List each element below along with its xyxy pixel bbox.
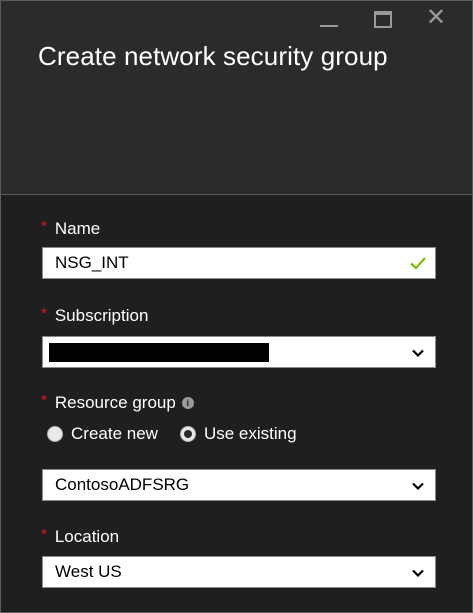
blade-header: ✕ Create network security group [1,1,472,195]
required-marker: * [41,217,47,235]
name-label: * Name [41,217,101,239]
resource-group-value: ContosoADFSRG [55,475,190,494]
location-select[interactable]: West US [42,556,436,588]
resource-group-select[interactable]: ContosoADFSRG [42,469,436,501]
use-existing-label: Use existing [203,424,297,443]
location-value: West US [55,562,122,581]
subscription-label-text: Subscription [54,306,149,325]
name-label-text: Name [54,219,101,238]
use-existing-radio[interactable]: Use existing [179,424,297,444]
subscription-select[interactable] [42,336,436,368]
create-new-label: Create new [71,424,158,443]
location-label: * Location [41,525,120,547]
radio-checked-icon [179,426,196,442]
name-input[interactable]: NSG_INT [42,247,436,279]
blade-title: Create network security group [38,41,388,71]
chevron-down-icon [412,349,424,358]
required-marker: * [41,391,47,409]
subscription-label: * Subscription [41,304,149,326]
create-nsg-blade: ✕ Create network security group * Name N… [0,0,473,613]
radio-unchecked-icon [47,426,63,442]
resource-group-radio-group: Create new Use existing [47,424,319,444]
resource-group-label: * Resource group i [41,391,194,413]
required-marker: * [41,304,47,322]
chevron-down-icon [412,482,424,491]
check-icon [410,257,426,270]
maximize-icon[interactable] [358,7,410,33]
required-marker: * [41,525,47,543]
info-icon[interactable]: i [181,397,194,409]
redacted-subscription-value [49,342,269,362]
chevron-down-icon [412,569,424,578]
minimize-icon[interactable] [306,7,358,33]
location-label-text: Location [54,527,120,546]
create-new-radio[interactable]: Create new [47,424,158,444]
name-input-value: NSG_INT [55,253,129,272]
resource-group-label-text: Resource group [54,393,176,412]
window-controls: ✕ [306,6,462,33]
close-icon[interactable]: ✕ [410,6,462,33]
